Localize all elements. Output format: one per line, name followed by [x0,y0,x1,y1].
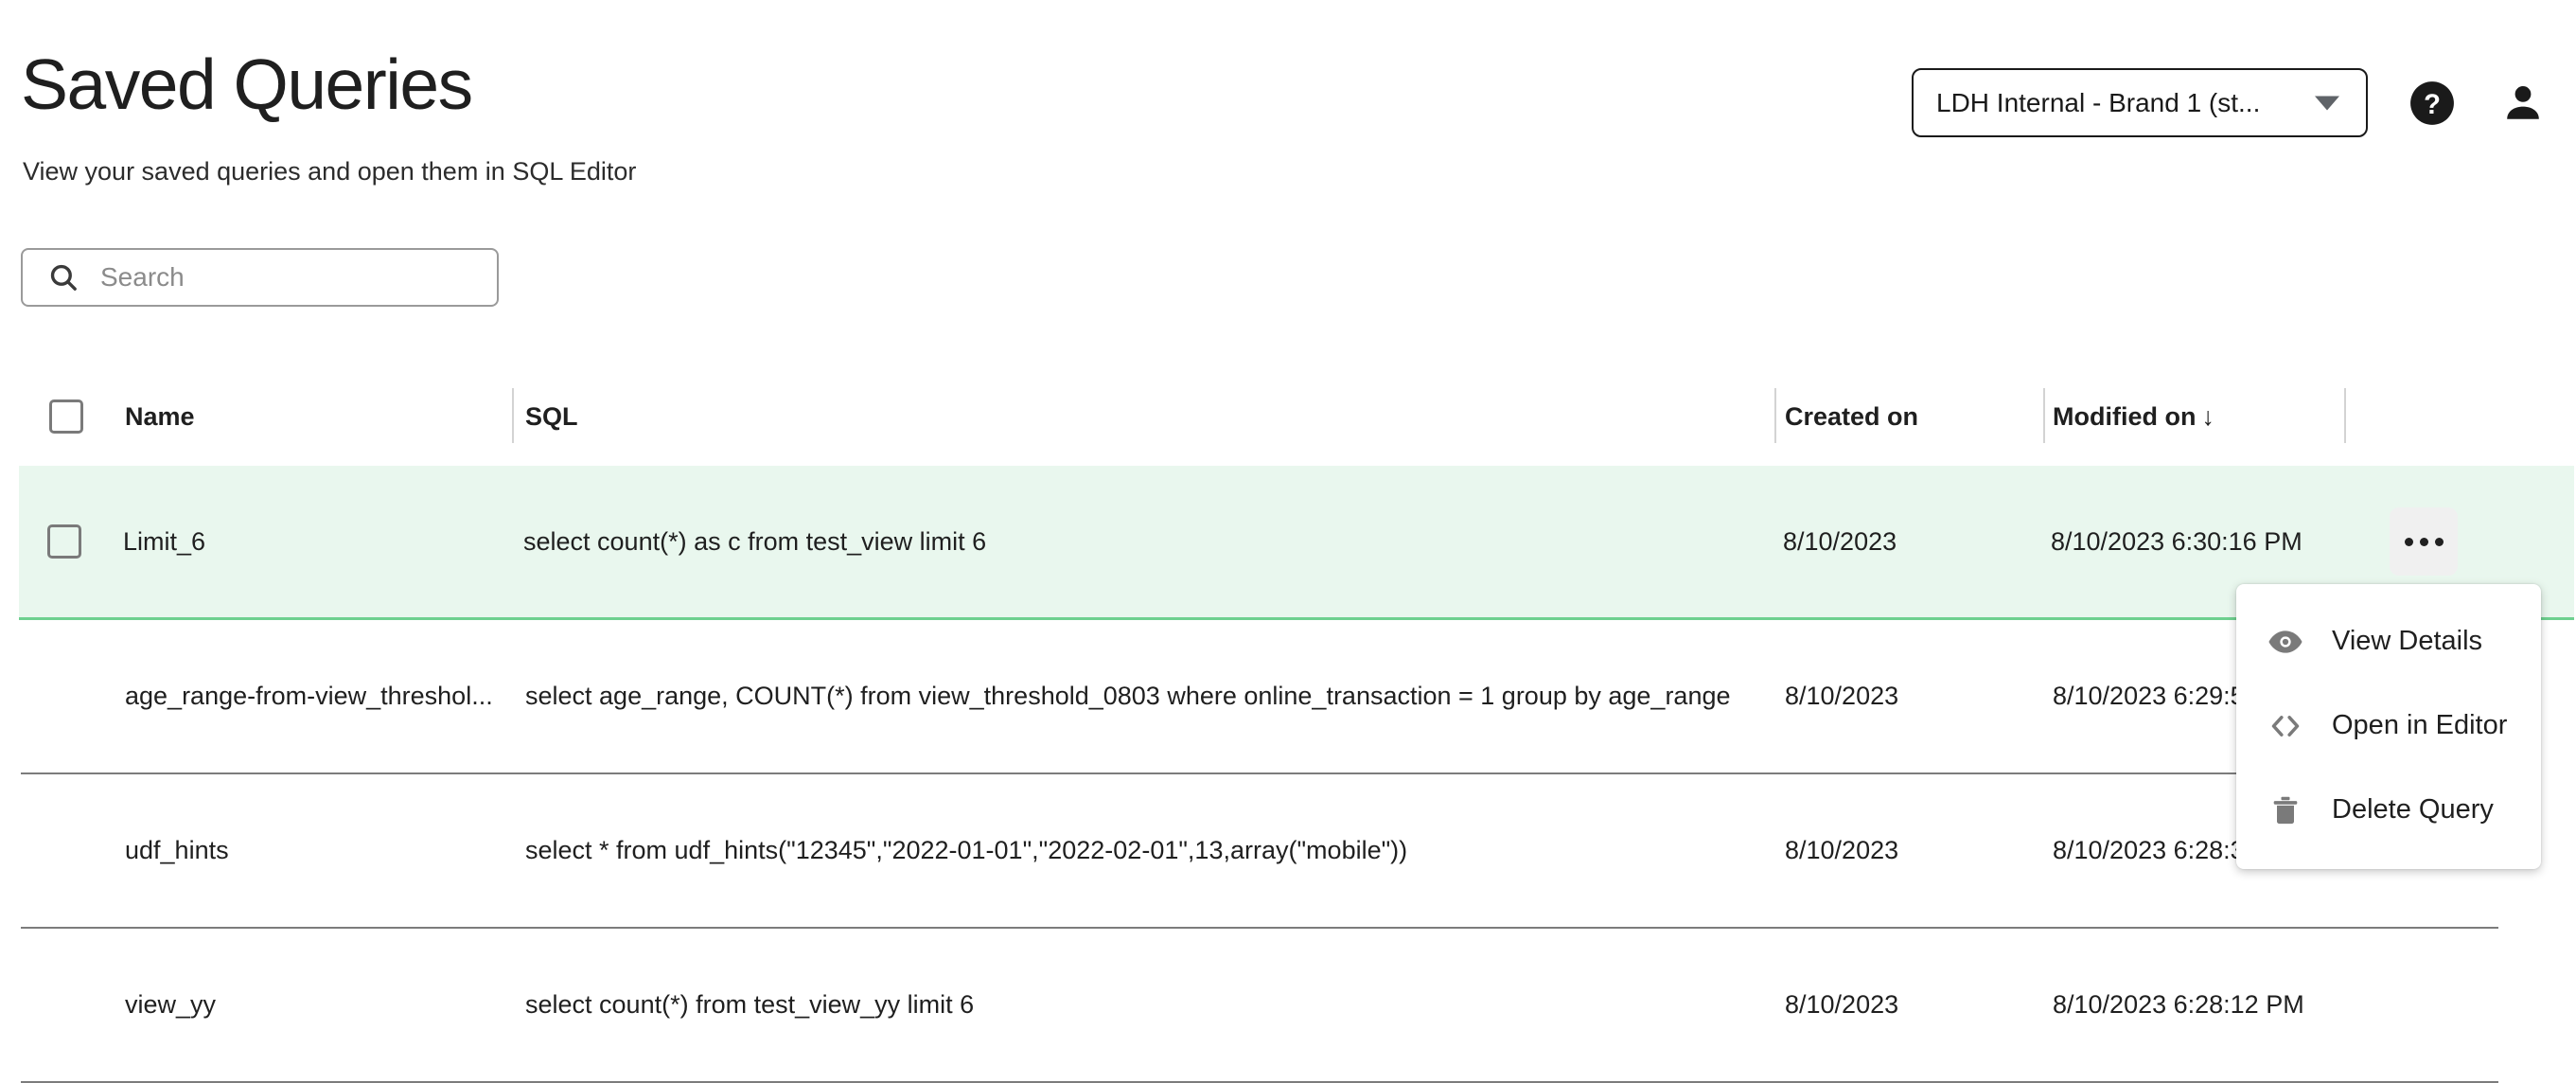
chevron-down-icon [2315,96,2339,110]
row-checkbox[interactable] [47,524,81,559]
search-box[interactable] [21,248,499,307]
column-divider [2043,388,2045,443]
row-name: age_range-from-view_threshol... [125,682,493,710]
menu-item-open-in-editor[interactable]: Open in Editor [2236,684,2541,768]
column-header-created-on[interactable]: Created on [1772,402,2041,432]
column-header-sql[interactable]: SQL [513,402,1772,432]
column-header-name[interactable]: Name [125,402,513,432]
row-select-cell [21,834,125,868]
workspace-select-label: LDH Internal - Brand 1 (st... [1936,87,2261,117]
select-all-checkbox[interactable] [49,399,83,434]
row-name: udf_hints [125,836,229,864]
table-row[interactable]: view_yy select count(*) from test_view_y… [21,929,2498,1083]
trash-icon [2263,793,2308,827]
account-button[interactable] [2497,77,2550,130]
header-actions: LDH Internal - Brand 1 (st... ? [1912,68,2550,137]
eye-icon [2263,623,2308,661]
row-created-on: 8/10/2023 [1785,836,1899,864]
person-icon [2507,85,2539,119]
row-created-on: 8/10/2023 [1785,990,1899,1019]
menu-item-label: View Details [2332,626,2483,656]
table-row[interactable]: udf_hints select * from udf_hints("12345… [21,774,2498,929]
help-button[interactable]: ? [2406,77,2459,130]
code-brackets-icon [2263,707,2308,745]
menu-item-label: Open in Editor [2332,710,2508,740]
row-actions [2340,507,2574,576]
row-sql: select age_range, COUNT(*) from view_thr… [525,682,1731,710]
help-circle-icon: ? [2410,80,2454,125]
table-row[interactable]: age_range-from-view_threshol... select a… [21,620,2498,774]
column-divider [1774,388,1776,443]
row-created-on: 8/10/2023 [1785,682,1899,710]
menu-item-view-details[interactable]: View Details [2236,599,2541,684]
row-more-options-button[interactable] [2390,507,2458,576]
workspace-select[interactable]: LDH Internal - Brand 1 (st... [1912,68,2368,137]
kebab-dot-icon [2419,537,2428,546]
row-select-cell [21,988,125,1022]
row-context-menu: View Details Open in Editor Delete Query [2236,584,2541,869]
row-modified-on: 8/10/2023 6:30:16 PM [2051,526,2303,556]
row-name: Limit_6 [123,526,206,556]
column-header-modified-on[interactable]: Modified on ↓ [2041,402,2342,432]
svg-text:?: ? [2424,90,2441,120]
page-title: Saved Queries [21,44,473,124]
row-sql: select count(*) as c from test_view limi… [523,526,987,556]
select-all-cell [21,399,125,434]
search-icon [47,261,79,293]
menu-item-delete-query[interactable]: Delete Query [2236,768,2541,852]
search-input[interactable] [100,262,460,293]
saved-queries-table: Name SQL Created on Modified on ↓ Limit_6… [0,367,2576,1083]
page-subtitle: View your saved queries and open them in… [23,157,637,186]
row-modified-on: 8/10/2023 6:28:12 PM [2053,990,2304,1019]
kebab-dot-icon [2434,537,2444,546]
row-name: view_yy [125,990,217,1019]
sort-descending-icon: ↓ [2201,401,2214,431]
column-divider [2344,388,2346,443]
kebab-dot-icon [2404,537,2413,546]
row-select-cell [21,680,125,714]
row-sql: select count(*) from test_view_yy limit … [525,990,975,1019]
row-created-on: 8/10/2023 [1783,526,1897,556]
table-row[interactable]: Limit_6 select count(*) as c from test_v… [19,466,2574,620]
column-header-modified-on-label: Modified on [2053,401,2197,431]
table-header-row: Name SQL Created on Modified on ↓ [21,367,2498,466]
menu-item-label: Delete Query [2332,794,2494,825]
page-header: Saved Queries View your saved queries an… [0,0,2576,204]
row-select-cell [19,524,123,559]
column-divider [512,388,514,443]
row-sql: select * from udf_hints("12345","2022-01… [525,836,1408,864]
